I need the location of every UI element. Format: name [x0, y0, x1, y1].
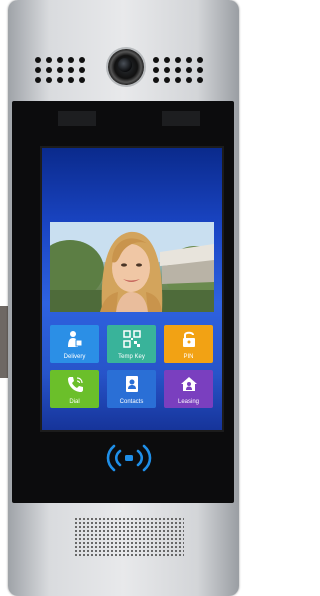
- ir-sensor-left: [58, 111, 96, 126]
- video-preview: [50, 222, 214, 312]
- woman-portrait-image: [50, 222, 214, 312]
- phone-call-icon: [67, 377, 83, 392]
- contacts-card-icon: [125, 376, 138, 392]
- tile-leasing[interactable]: Leasing: [164, 370, 213, 408]
- door-intercom-panel: Delivery Temp Key PIN Dial Contacts Leas…: [8, 0, 239, 596]
- qr-code-icon: [122, 330, 141, 348]
- speaker-holes-right: [153, 57, 204, 83]
- tile-delivery[interactable]: Delivery: [50, 325, 99, 363]
- nfc-reader-icon: [106, 444, 152, 472]
- tile-pin-label: PIN: [183, 354, 194, 360]
- touch-screen: Delivery Temp Key PIN Dial Contacts Leas…: [40, 146, 224, 432]
- padlock-icon: [182, 331, 195, 347]
- tile-temp-key-label: Temp Key: [118, 354, 145, 360]
- tile-dial-label: Dial: [69, 399, 80, 405]
- tile-temp-key[interactable]: Temp Key: [107, 325, 156, 363]
- tile-pin[interactable]: PIN: [164, 325, 213, 363]
- delivery-person-icon: [67, 331, 82, 347]
- camera-lens-icon: [108, 49, 144, 85]
- ir-sensor-right: [162, 111, 200, 126]
- speaker-holes-left: [35, 57, 86, 83]
- speaker-grille: [74, 517, 184, 557]
- tile-dial[interactable]: Dial: [50, 370, 99, 408]
- app-tile-grid: Delivery Temp Key PIN Dial Contacts Leas…: [50, 325, 214, 408]
- tile-delivery-label: Delivery: [63, 354, 86, 360]
- tile-contacts[interactable]: Contacts: [107, 370, 156, 408]
- tile-leasing-label: Leasing: [177, 399, 200, 405]
- house-person-icon: [180, 377, 197, 391]
- tile-contacts-label: Contacts: [119, 399, 144, 405]
- glass-front-panel: Delivery Temp Key PIN Dial Contacts Leas…: [12, 101, 234, 503]
- top-speaker-camera-row: [8, 49, 239, 86]
